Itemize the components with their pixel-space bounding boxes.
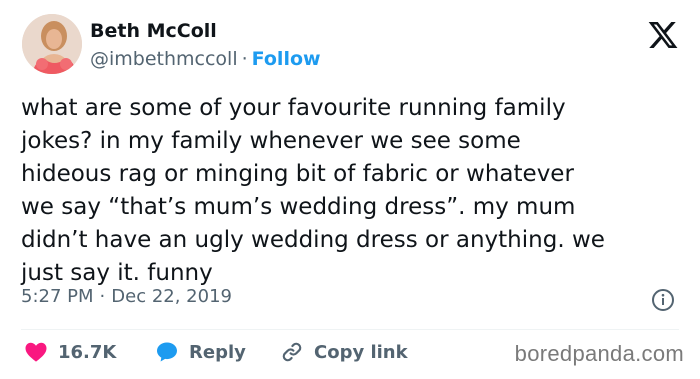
info-icon[interactable]: [651, 288, 675, 312]
author-handle-row: @imbethmccoll · Follow: [90, 48, 321, 70]
follow-button[interactable]: Follow: [252, 48, 321, 70]
like-button[interactable]: 16.7K: [24, 337, 116, 367]
speech-bubble-icon: [157, 342, 177, 362]
author-handle[interactable]: @imbethmccoll: [90, 48, 238, 70]
avatar[interactable]: [22, 14, 82, 74]
like-count: 16.7K: [58, 341, 117, 363]
tweet-time: 5:27 PM: [21, 286, 94, 307]
tweet-card: Beth McColl @imbethmccoll · Follow what ar…: [0, 0, 700, 379]
link-icon: [282, 342, 302, 362]
reply-button[interactable]: Reply: [155, 337, 246, 367]
copy-link-button[interactable]: Copy link: [280, 337, 408, 367]
avatar-photo: [22, 14, 82, 74]
author-name[interactable]: Beth McColl: [90, 20, 217, 42]
reply-label: Reply: [189, 341, 246, 363]
x-logo-icon[interactable]: [647, 19, 679, 51]
separator: ·: [99, 286, 106, 307]
copy-link-label: Copy link: [314, 341, 408, 363]
tweet-timestamp[interactable]: 5:27 PM · Dec 22, 2019: [21, 286, 232, 307]
heart-icon: [25, 342, 47, 362]
watermark: boredpanda.com: [514, 341, 684, 366]
divider: [21, 329, 679, 330]
tweet-text: what are some of your favourite running …: [21, 95, 605, 286]
separator: ·: [241, 48, 248, 70]
tweet-date: Dec 22, 2019: [111, 286, 232, 307]
